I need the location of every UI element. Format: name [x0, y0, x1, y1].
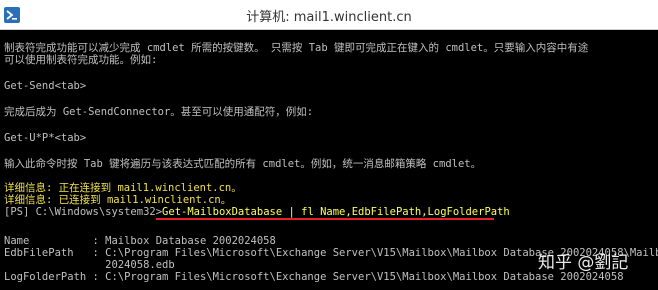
zhihu-watermark: 知乎 @劉記 [538, 253, 629, 273]
command-underline [156, 218, 494, 220]
output-line: 2024058.edb [4, 259, 175, 271]
help-text-line: 输入此命令时按 Tab 键将遍历与该表达式匹配的所有 cmdlet。例如，统一消… [4, 158, 482, 170]
verbose-message: 详细信息: 正在连接到 mail1.winclient.cn。 [4, 182, 242, 194]
verbose-message: 详细信息: 已连接到 mail1.winclient.cn。 [4, 194, 232, 206]
example-command: Get-Send<tab> [4, 80, 87, 92]
window-title: 计算机: mail1.winclient.cn [246, 10, 412, 25]
help-text-line: 制表符完成功能可以减少完成 cmdlet 所需的按键数。 只需按 Tab 键即可… [4, 42, 589, 54]
output-line: LogFolderPath : C:\Program Files\Microso… [4, 271, 624, 283]
help-text-line: 完成后成为 Get-SendConnector。甚至可以使用通配符，例如: [4, 106, 314, 118]
help-text-line: 可以使用制表符完成功能。例如: [4, 54, 158, 66]
example-command: Get-U*P*<tab> [4, 132, 87, 144]
prompt: [PS] C:\Windows\system32> [4, 206, 163, 218]
prompt-line: [PS] C:\Windows\system32>Get-MailboxData… [4, 206, 510, 218]
output-line: Name : Mailbox Database 2002024058 [4, 235, 276, 247]
window-titlebar: 计算机: mail1.winclient.cn [0, 0, 658, 30]
entered-command[interactable]: Get-MailboxDatabase | fl Name,EdbFilePat… [162, 206, 510, 218]
